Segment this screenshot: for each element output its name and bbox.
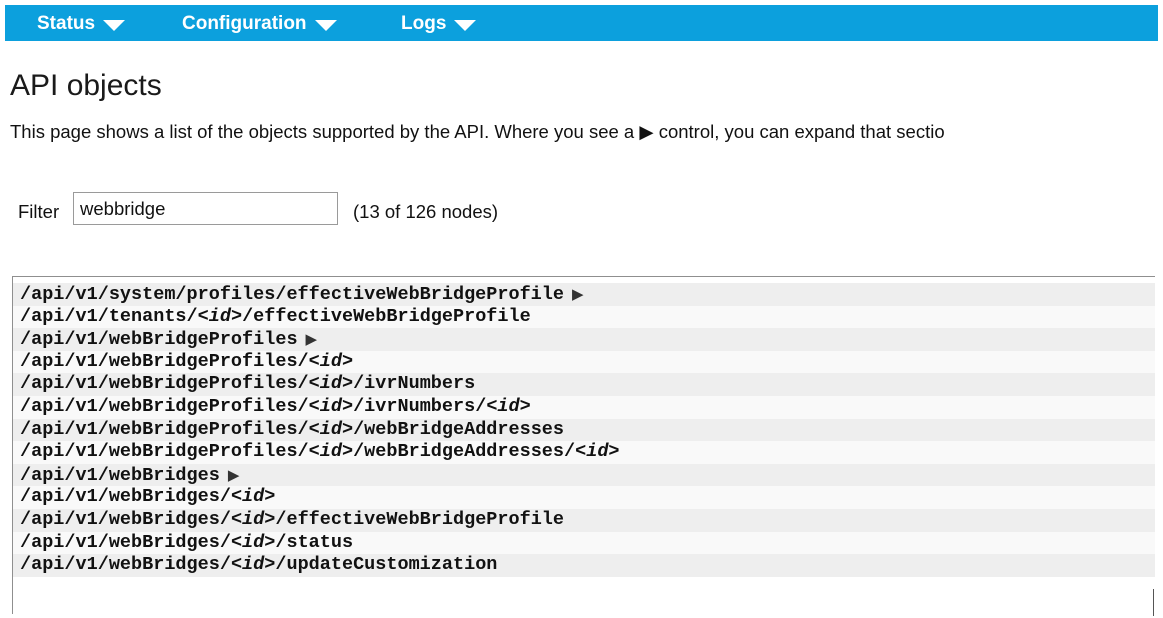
api-object-row[interactable]: /api/v1/webBridgeProfiles/<id>/ivrNumber…	[13, 373, 1155, 396]
api-object-row[interactable]: /api/v1/webBridgeProfiles/<id>	[13, 350, 1155, 374]
page-description: This page shows a list of the objects su…	[10, 121, 945, 142]
path-id-placeholder: <id>	[230, 486, 276, 508]
path-id-placeholder: <id>	[308, 373, 354, 395]
api-object-row[interactable]: /api/v1/webBridges ▶	[13, 463, 1155, 487]
api-object-row[interactable]: /api/v1/tenants/<id>/effectiveWebBridgeP…	[13, 305, 1155, 329]
path-segment: /api/v1/webBridges	[20, 464, 220, 486]
caret-down-icon	[314, 19, 337, 31]
path-id-placeholder: <id>	[308, 395, 354, 417]
expand-arrow-icon[interactable]: ▶	[228, 466, 240, 484]
path-segment: /updateCustomization	[275, 554, 498, 576]
scrollbar-edge	[1153, 589, 1154, 616]
path-segment: /ivrNumbers/	[353, 395, 487, 417]
api-object-row[interactable]: /api/v1/webBridges/<id>/status	[13, 531, 1155, 555]
path-id-placeholder: <id>	[197, 305, 243, 327]
path-segment: /effectiveWebBridgeProfile	[242, 305, 531, 327]
path-id-placeholder: <id>	[486, 395, 531, 417]
path-id-placeholder: <id>	[575, 441, 620, 463]
path-segment: /ivrNumbers	[353, 373, 476, 395]
nav-menu-configuration[interactable]: Configuration	[182, 13, 337, 35]
path-segment: /api/v1/webBridges/	[20, 486, 231, 508]
api-object-row[interactable]: /api/v1/webBridges/<id>/updateCustomizat…	[13, 554, 1155, 577]
path-id-placeholder: <id>	[308, 418, 354, 440]
path-segment: /api/v1/webBridges/	[20, 508, 231, 530]
api-object-row[interactable]: /api/v1/webBridges/<id>/effectiveWebBrid…	[13, 508, 1155, 532]
nav-menu-logs[interactable]: Logs	[401, 13, 477, 35]
path-segment: /api/v1/system/profiles/effectiveWebBrid…	[20, 284, 564, 305]
filter-label: Filter	[18, 201, 60, 222]
nav-menu-configuration-label: Configuration	[182, 13, 307, 34]
api-object-row[interactable]: /api/v1/webBridgeProfiles/<id>/webBridge…	[13, 418, 1155, 442]
path-segment: /api/v1/webBridgeProfiles/	[20, 350, 309, 372]
path-segment: /api/v1/webBridges/	[20, 531, 231, 553]
page-title: API objects	[10, 69, 162, 102]
path-segment: /webBridgeAddresses/	[353, 441, 576, 463]
path-segment: /status	[275, 531, 354, 553]
path-segment: /api/v1/webBridgeProfiles/	[20, 395, 309, 417]
filter-node-count: (13 of 126 nodes)	[353, 201, 499, 222]
path-segment: /api/v1/webBridgeProfiles	[20, 329, 298, 351]
filter-input[interactable]	[73, 192, 338, 225]
api-object-list[interactable]: /api/v1/system/profiles/effectiveWebBrid…	[12, 276, 1155, 614]
path-id-placeholder: <id>	[230, 554, 276, 576]
path-segment: /api/v1/webBridges/	[20, 554, 231, 576]
nav-menu-status[interactable]: Status	[37, 13, 126, 35]
top-nav-bar: Status Configuration Logs	[5, 5, 1158, 41]
nav-menu-status-label: Status	[37, 13, 96, 34]
path-segment: /webBridgeAddresses	[353, 418, 565, 440]
expand-arrow-icon[interactable]: ▶	[306, 330, 318, 348]
api-object-row[interactable]: /api/v1/webBridgeProfiles ▶	[13, 328, 1155, 351]
path-id-placeholder: <id>	[230, 531, 276, 553]
caret-down-icon	[454, 19, 477, 31]
path-segment: /api/v1/webBridgeProfiles/	[20, 418, 309, 440]
api-object-row[interactable]: /api/v1/webBridgeProfiles/<id>/ivrNumber…	[13, 395, 1155, 419]
api-object-row[interactable]: /api/v1/webBridges/<id>	[13, 486, 1155, 509]
path-segment: /api/v1/tenants/	[20, 305, 198, 327]
path-segment: /api/v1/webBridgeProfiles/	[20, 441, 309, 463]
expand-arrow-icon[interactable]: ▶	[572, 285, 584, 303]
path-id-placeholder: <id>	[308, 441, 354, 463]
api-object-row[interactable]: /api/v1/webBridgeProfiles/<id>/webBridge…	[13, 441, 1155, 464]
path-id-placeholder: <id>	[230, 508, 276, 530]
path-id-placeholder: <id>	[308, 350, 354, 372]
api-object-row[interactable]: /api/v1/system/profiles/effectiveWebBrid…	[13, 283, 1155, 306]
nav-menu-logs-label: Logs	[401, 13, 447, 34]
caret-down-icon	[103, 19, 126, 31]
path-segment: /api/v1/webBridgeProfiles/	[20, 373, 309, 395]
path-segment: /effectiveWebBridgeProfile	[275, 508, 565, 530]
